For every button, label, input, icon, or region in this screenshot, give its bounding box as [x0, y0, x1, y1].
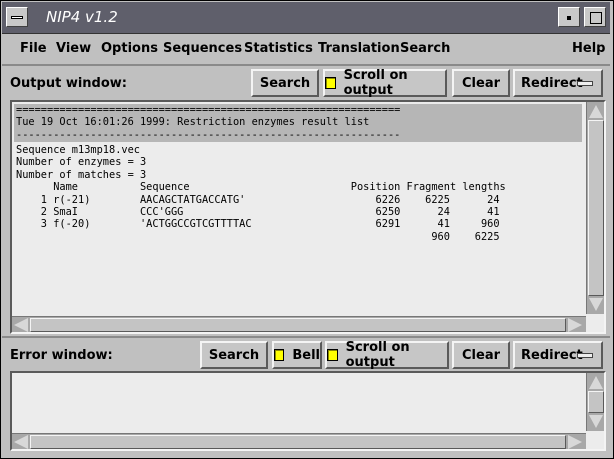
horizontal-scroll-thumb[interactable]	[30, 435, 566, 449]
option-menu-icon	[577, 81, 593, 86]
horizontal-scroll-thumb[interactable]	[30, 318, 566, 332]
error-window-label: Error window:	[10, 348, 113, 363]
vertical-scroll-thumb[interactable]	[588, 391, 604, 413]
output-line: Name Sequence Position Fragment lengths	[16, 181, 506, 194]
output-line: 1 r(-21) AACAGCTATGACCATG' 6226 6225 24	[16, 193, 500, 206]
app-window: NIP4 v1.2 File View Options Sequences St…	[0, 0, 614, 459]
error-horizontal-scrollbar[interactable]	[12, 433, 586, 449]
error-text-area[interactable]	[10, 371, 606, 451]
menu-translation[interactable]: Translation	[318, 41, 400, 56]
window-title: NIP4 v1.2	[46, 8, 118, 26]
menu-view[interactable]: View	[56, 41, 91, 56]
maximize-button[interactable]	[584, 7, 606, 27]
output-scroll-toggle[interactable]: Scroll on output	[323, 68, 447, 98]
minimize-icon	[567, 16, 571, 20]
output-line: Number of matches = 3	[16, 168, 147, 181]
output-line: 3 f(-20) 'ACTGGCCGTCGTTTTAC 6291 41 960	[16, 218, 500, 231]
scroll-checkbox-icon[interactable]	[325, 77, 336, 89]
output-line: ----------------------------------------…	[16, 128, 401, 141]
menu-options[interactable]: Options	[101, 41, 158, 56]
output-line: 960 6225	[16, 230, 500, 243]
error-scroll-toggle[interactable]: Scroll on output	[325, 340, 449, 370]
output-horizontal-scrollbar[interactable]	[12, 316, 586, 332]
output-line: 2 SmaI CCC'GGG 6250 24 41	[16, 206, 500, 218]
output-text-area[interactable]: ========================================…	[10, 100, 606, 334]
output-vertical-scrollbar[interactable]	[586, 102, 604, 314]
menu-search[interactable]: Search	[400, 41, 450, 56]
maximize-icon	[590, 12, 602, 24]
redirect-label: Redirect	[521, 75, 583, 91]
scroll-down-icon[interactable]	[589, 298, 603, 311]
scroll-up-icon[interactable]	[589, 105, 603, 118]
output-search-button[interactable]: Search	[251, 69, 319, 97]
scroll-left-icon[interactable]	[14, 318, 28, 332]
bell-label: Bell	[292, 347, 320, 363]
menu-sequences[interactable]: Sequences	[163, 41, 242, 56]
error-clear-button[interactable]: Clear	[452, 341, 510, 369]
title-bar[interactable]: NIP4 v1.2	[2, 2, 610, 34]
scroll-checkbox-icon[interactable]	[327, 349, 338, 361]
scroll-down-icon[interactable]	[589, 415, 603, 428]
output-line: ========================================…	[16, 104, 401, 116]
scroll-left-icon[interactable]	[14, 435, 28, 449]
menu-statistics[interactable]: Statistics	[244, 41, 313, 56]
scroll-up-icon[interactable]	[589, 376, 603, 389]
scroll-on-output-label: Scroll on output	[345, 340, 410, 370]
output-line: Tue 19 Oct 16:01:26 1999: Restriction en…	[16, 116, 370, 129]
window-menu-icon	[11, 16, 23, 19]
error-redirect-menu[interactable]: Redirect	[513, 341, 603, 369]
output-line: Number of enzymes = 3	[16, 156, 147, 169]
output-redirect-menu[interactable]: Redirect	[513, 69, 603, 97]
vertical-scroll-thumb[interactable]	[588, 120, 604, 296]
scroll-right-icon[interactable]	[568, 318, 582, 332]
bell-checkbox-icon[interactable]	[274, 349, 285, 361]
redirect-label: Redirect	[521, 347, 583, 363]
output-window-label: Output window:	[10, 76, 127, 91]
scroll-right-icon[interactable]	[568, 435, 582, 449]
output-clear-button[interactable]: Clear	[452, 69, 510, 97]
minimize-button[interactable]	[558, 7, 580, 27]
error-search-button[interactable]: Search	[200, 341, 268, 369]
menu-help[interactable]: Help	[572, 41, 605, 56]
menu-bar: File View Options Sequences Statistics T…	[2, 34, 610, 66]
output-line: Sequence m13mp18.vec	[16, 144, 140, 156]
error-vertical-scrollbar[interactable]	[586, 373, 604, 431]
error-bell-toggle[interactable]: Bell	[272, 341, 322, 369]
option-menu-icon	[577, 353, 593, 358]
pane-divider	[2, 336, 610, 338]
window-menu-button[interactable]	[6, 7, 28, 27]
scroll-on-output-label: Scroll on output	[343, 68, 408, 98]
menu-file[interactable]: File	[20, 41, 47, 56]
